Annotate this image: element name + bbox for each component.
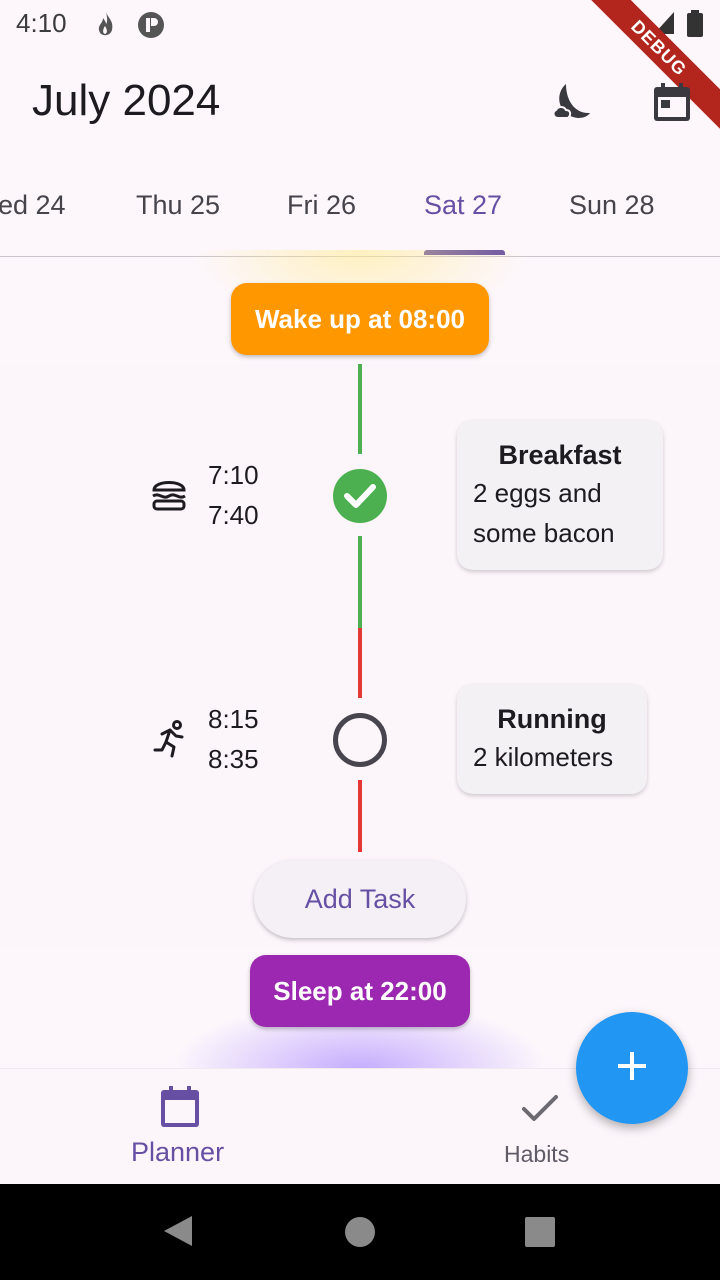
tab-thu-25[interactable]: Thu 25 xyxy=(136,190,220,221)
nav-planner-label: Planner xyxy=(131,1137,225,1167)
task-description-line: 2 eggs and xyxy=(473,478,602,508)
calendar-icon xyxy=(652,81,692,128)
add-fab-button[interactable] xyxy=(576,1012,688,1124)
nav-habits-label: Habits xyxy=(504,1141,570,1167)
flame-icon xyxy=(94,10,118,45)
add-task-button[interactable]: Add Task xyxy=(254,860,466,938)
battery-icon xyxy=(686,10,704,43)
calendar-icon xyxy=(159,1085,201,1134)
status-time: 4:10 xyxy=(16,8,67,38)
home-icon[interactable] xyxy=(344,1216,376,1253)
recents-icon[interactable] xyxy=(524,1216,556,1253)
task-description: 2 kilometers xyxy=(473,742,614,772)
task-description-line: some bacon xyxy=(473,518,615,548)
timeline-connector xyxy=(358,536,362,628)
sleep-badge[interactable]: Sleep at 22:00 xyxy=(250,955,470,1027)
app-badge-icon xyxy=(136,10,166,45)
timeline-connector xyxy=(358,364,362,454)
timeline-connector xyxy=(358,628,362,698)
tab-sat-27[interactable]: Sat 27 xyxy=(424,190,502,221)
system-navigation-bar xyxy=(0,1184,720,1280)
task-card-running[interactable]: Running 2 kilometers xyxy=(457,684,647,794)
tab-sun-28[interactable]: Sun 28 xyxy=(569,190,655,221)
calendar-picker-button[interactable] xyxy=(648,80,696,128)
running-icon xyxy=(152,720,186,763)
task-title: Breakfast xyxy=(498,440,622,470)
task-pending-checkbox[interactable] xyxy=(332,712,388,773)
nav-habits[interactable]: Habits xyxy=(480,1083,600,1183)
day-tabs: ed 24 Thu 25 Fri 26 Sat 27 Sun 28 xyxy=(0,170,720,257)
burger-icon xyxy=(150,476,188,517)
task-end-time: 8:35 xyxy=(208,744,259,774)
wake-up-badge[interactable]: Wake up at 08:00 xyxy=(231,283,489,355)
task-start-time: 8:15 xyxy=(208,704,259,734)
plus-icon xyxy=(616,1050,648,1087)
moon-icon xyxy=(550,80,594,129)
back-icon[interactable] xyxy=(162,1214,194,1253)
tab-wed-24[interactable]: ed 24 xyxy=(0,190,66,221)
nav-planner[interactable]: Planner xyxy=(110,1083,250,1183)
task-end-time: 7:40 xyxy=(208,500,259,530)
task-title: Running xyxy=(497,704,607,734)
page-title: July 2024 xyxy=(32,76,221,125)
check-icon xyxy=(520,1093,560,1130)
task-done-checkbox[interactable] xyxy=(332,468,388,529)
theme-toggle-button[interactable] xyxy=(548,80,596,128)
task-card-breakfast[interactable]: Breakfast 2 eggs and some bacon xyxy=(457,420,663,570)
timeline-connector xyxy=(358,780,362,852)
tab-fri-26[interactable]: Fri 26 xyxy=(287,190,356,221)
task-start-time: 7:10 xyxy=(208,460,259,490)
